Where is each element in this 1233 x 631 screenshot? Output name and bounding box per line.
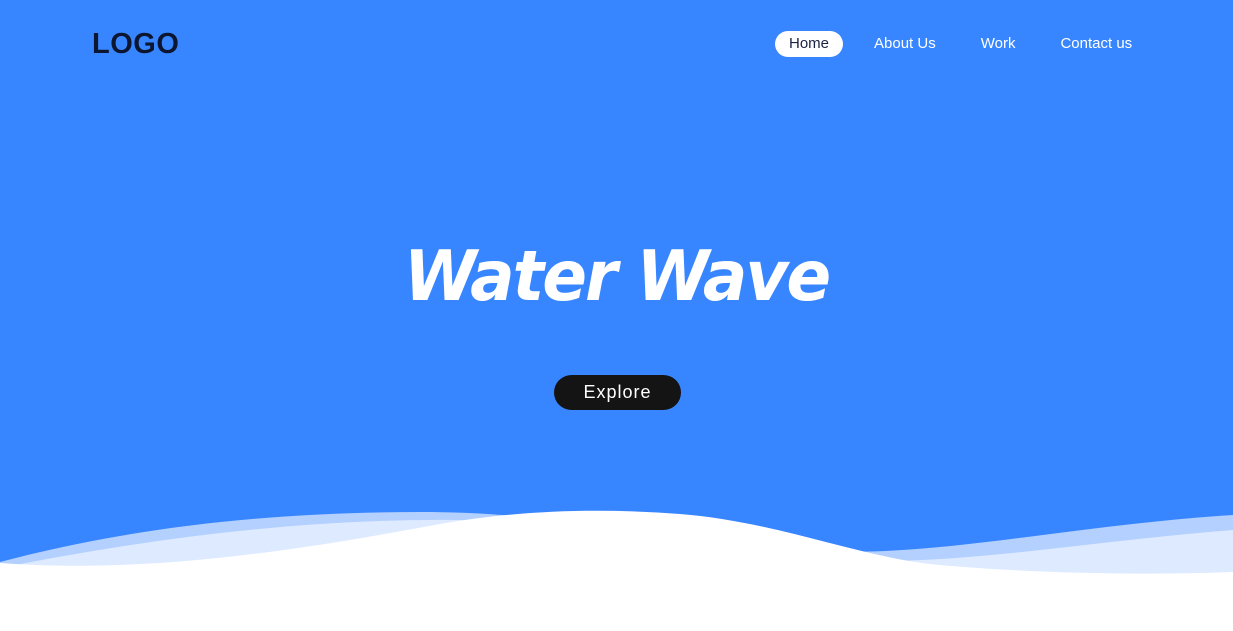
nav-item-contact-us[interactable]: Contact us [1060,31,1132,57]
main-nav: Home About Us Work Contact us [775,31,1132,57]
explore-button[interactable]: Explore [554,375,681,410]
nav-item-about-us[interactable]: About Us [874,31,936,57]
hero-section: LOGO Home About Us Work Contact us Water… [0,0,1233,631]
hero-title: Water Wave [403,236,831,317]
nav-item-home[interactable]: Home [775,31,844,57]
logo[interactable]: LOGO [92,27,179,61]
wave-decoration [0,510,1233,631]
nav-item-work[interactable]: Work [981,31,1016,57]
